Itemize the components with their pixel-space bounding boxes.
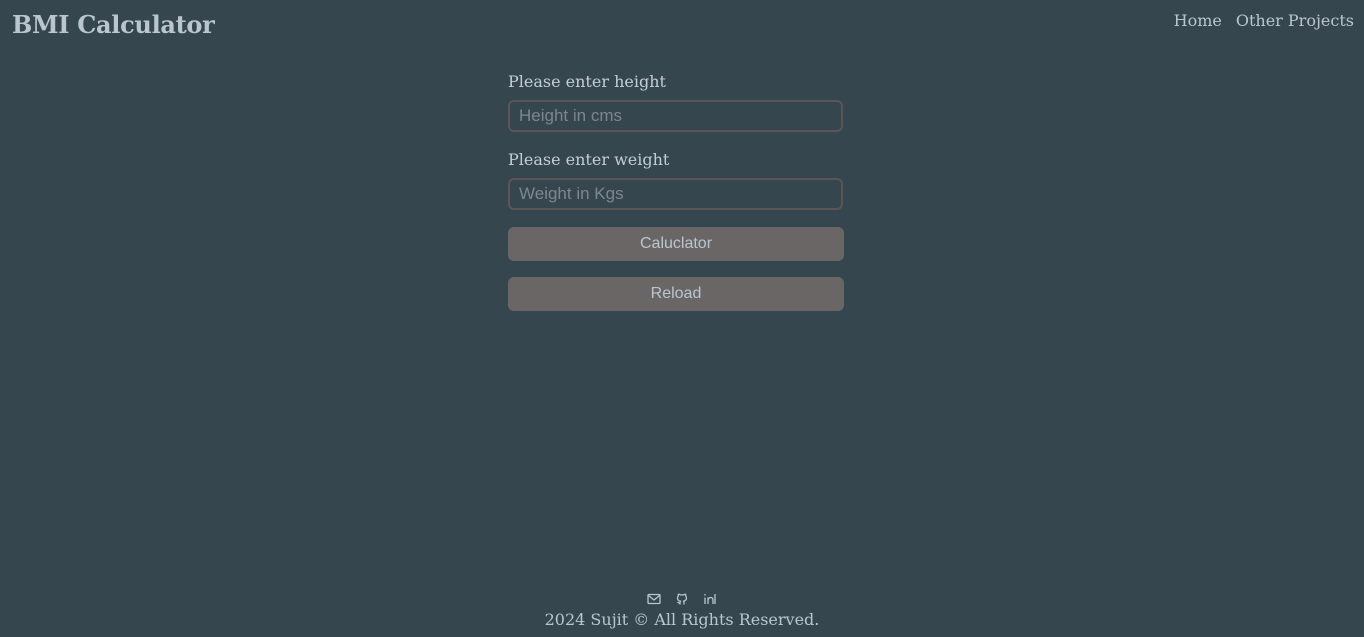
reload-button[interactable]: Reload bbox=[508, 277, 844, 311]
linkedin-icon[interactable] bbox=[702, 591, 718, 607]
nav-home-link[interactable]: Home bbox=[1174, 11, 1222, 30]
copyright-text: 2024 Sujit © All Rights Reserved. bbox=[544, 610, 820, 629]
mail-icon[interactable] bbox=[646, 591, 662, 607]
height-label: Please enter height bbox=[508, 72, 666, 91]
height-input[interactable] bbox=[508, 100, 843, 132]
top-nav: Home Other Projects bbox=[1174, 11, 1354, 30]
bmi-form: Please enter height Please enter weight … bbox=[508, 71, 844, 327]
app-title: BMI Calculator bbox=[12, 10, 215, 39]
page: BMI Calculator Home Other Projects Pleas… bbox=[0, 0, 1364, 637]
github-icon[interactable] bbox=[674, 591, 690, 607]
calculate-button[interactable]: Caluclator bbox=[508, 227, 844, 261]
social-links bbox=[0, 590, 1364, 608]
nav-other-projects-link[interactable]: Other Projects bbox=[1236, 11, 1354, 30]
footer: 2024 Sujit © All Rights Reserved. bbox=[0, 590, 1364, 629]
weight-input[interactable] bbox=[508, 178, 843, 210]
weight-label: Please enter weight bbox=[508, 150, 670, 169]
